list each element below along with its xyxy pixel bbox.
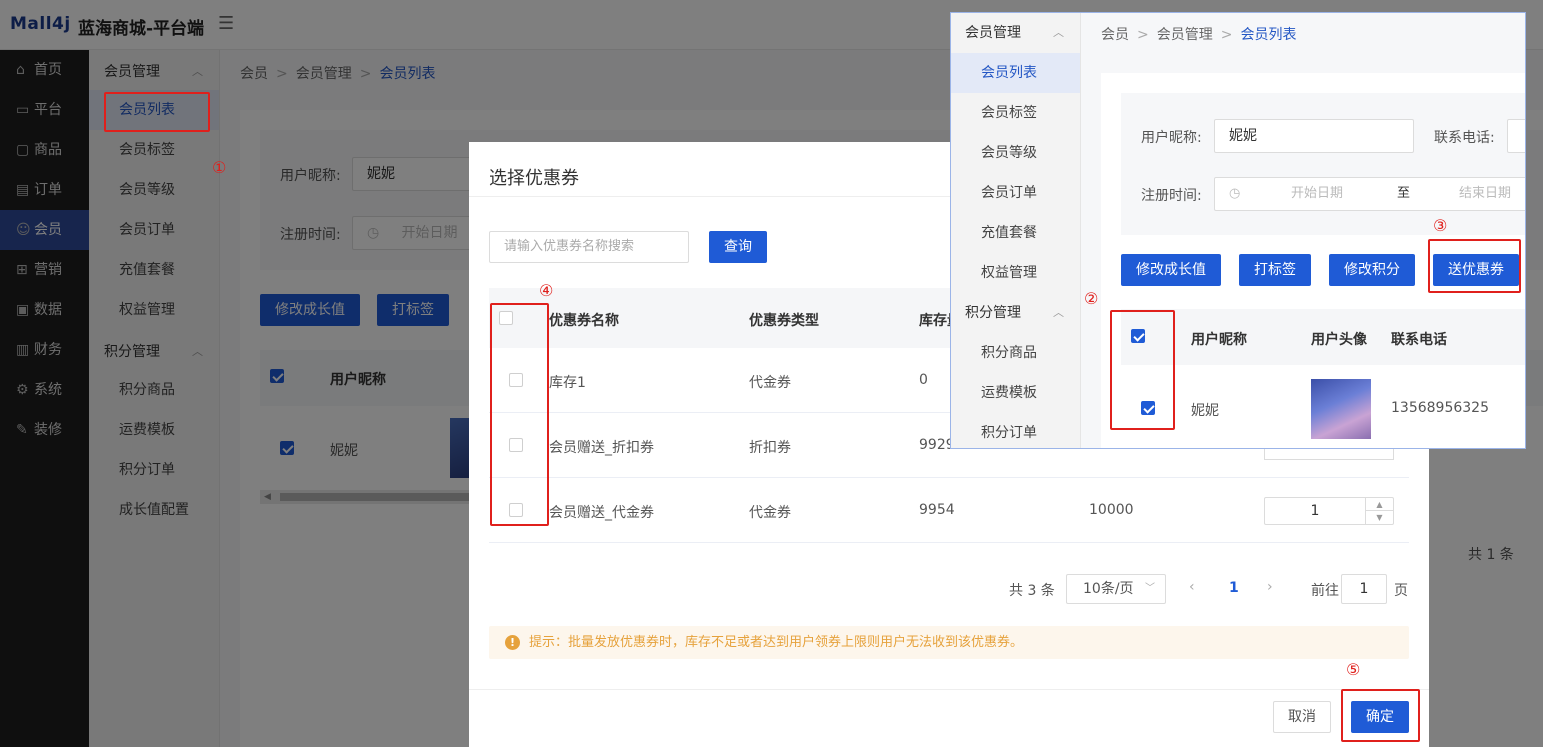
annotation-3: ③ bbox=[1433, 216, 1448, 235]
page-size-select[interactable]: 10条/页 ﹀ bbox=[1066, 574, 1166, 604]
quantity-stepper[interactable]: 1 ▲ ▼ bbox=[1264, 497, 1394, 525]
annotation-box-5 bbox=[1341, 689, 1420, 742]
subnav-group-points[interactable]: 积分管理 ︿ bbox=[951, 293, 1080, 333]
subnav-item-recharge[interactable]: 充值套餐 bbox=[951, 213, 1080, 253]
page-size-value: 10条/页 bbox=[1083, 581, 1134, 597]
search-area bbox=[1121, 93, 1525, 235]
date-range-input[interactable]: ◷ 开始日期 至 结束日期 bbox=[1214, 177, 1525, 211]
chevron-down-icon[interactable]: ▼ bbox=[1365, 511, 1393, 524]
coupon-name: 会员赠送_代金券 bbox=[549, 505, 654, 521]
quantity-value[interactable]: 1 bbox=[1265, 498, 1365, 524]
breadcrumb-item[interactable]: 会员管理 bbox=[1157, 27, 1213, 43]
col-coupon-name: 优惠券名称 bbox=[549, 313, 619, 329]
annotation-box-2 bbox=[1110, 310, 1175, 430]
annotation-box-4 bbox=[490, 303, 549, 526]
start-date: 开始日期 bbox=[1291, 186, 1344, 201]
coupon-name: 会员赠送_折扣券 bbox=[549, 440, 654, 456]
row-phone: 13568956325 bbox=[1391, 400, 1489, 416]
nickname-input[interactable]: 妮妮 bbox=[1214, 119, 1414, 153]
subnav-item-freight[interactable]: 运费模板 bbox=[951, 373, 1080, 413]
coupon-stock: 9954 bbox=[919, 502, 955, 518]
nickname-label: 用户昵称: bbox=[1141, 130, 1202, 146]
subnav-item-points-goods[interactable]: 积分商品 bbox=[951, 333, 1080, 373]
goto-page-input[interactable]: 1 bbox=[1341, 574, 1387, 604]
modify-points-button[interactable]: 修改积分 bbox=[1329, 254, 1415, 286]
goto-label: 前往 bbox=[1311, 583, 1339, 599]
subnav-item-member-tags[interactable]: 会员标签 bbox=[951, 93, 1080, 133]
cancel-button[interactable]: 取消 bbox=[1273, 701, 1331, 733]
pagination-total: 共 3 条 bbox=[1009, 583, 1055, 599]
chevron-down-icon: ﹀ bbox=[1145, 583, 1155, 594]
group-label: 积分管理 bbox=[965, 305, 1021, 321]
page: Mall4j 蓝海商城-平台端 ☰ ⌂首页 ▭平台 ▢商品 ▤订单 ☺会员 ⊞营… bbox=[0, 0, 1543, 747]
col-avatar: 用户头像 bbox=[1311, 332, 1367, 348]
annotation-5: ⑤ bbox=[1346, 660, 1361, 679]
coupon-name: 库存1 bbox=[549, 375, 586, 391]
divider bbox=[469, 689, 1429, 690]
subnav-item-member-orders[interactable]: 会员订单 bbox=[951, 173, 1080, 213]
subnav-item-points-orders[interactable]: 积分订单 bbox=[951, 413, 1080, 448]
col-nickname: 用户昵称 bbox=[1191, 332, 1247, 348]
query-button[interactable]: 查询 bbox=[709, 231, 767, 263]
breadcrumb-current: 会员列表 bbox=[1240, 27, 1297, 43]
subnav-group-member[interactable]: 会员管理 ︿ bbox=[951, 13, 1080, 53]
prev-page-icon[interactable]: ‹ bbox=[1189, 579, 1195, 595]
clock-icon: ◷ bbox=[1229, 186, 1241, 201]
group-label: 会员管理 bbox=[965, 25, 1021, 41]
subnav-item-member-list[interactable]: 会员列表 bbox=[951, 53, 1080, 93]
warning-icon: ! bbox=[505, 635, 520, 650]
inset-sub-nav: 会员管理 ︿ 会员列表 会员标签 会员等级 会员订单 充值套餐 权益管理 积分管理… bbox=[951, 13, 1081, 448]
page-number[interactable]: 1 bbox=[1229, 580, 1239, 596]
end-date: 结束日期 bbox=[1459, 186, 1512, 201]
coupon-type: 代金券 bbox=[749, 375, 791, 391]
annotation-box-1 bbox=[104, 92, 210, 132]
annotation-1: ① bbox=[212, 158, 227, 177]
tip-text: 提示：批量发放优惠券时，库存不足或者达到用户领券上限则用户无法收到该优惠券。 bbox=[529, 635, 1024, 650]
tag-button[interactable]: 打标签 bbox=[1239, 254, 1311, 286]
phone-input[interactable] bbox=[1507, 119, 1525, 153]
coupon-type: 折扣券 bbox=[749, 440, 791, 456]
next-page-icon[interactable]: › bbox=[1267, 579, 1273, 595]
annotation-box-3 bbox=[1428, 239, 1521, 293]
date-separator: 至 bbox=[1397, 186, 1411, 201]
chevron-up-icon: ︿ bbox=[1053, 306, 1064, 319]
col-phone: 联系电话 bbox=[1391, 332, 1447, 348]
dialog-title: 选择优惠券 bbox=[489, 168, 579, 189]
subnav-item-member-levels[interactable]: 会员等级 bbox=[951, 133, 1080, 173]
row-nickname: 妮妮 bbox=[1191, 403, 1219, 419]
coupon-total: 10000 bbox=[1089, 502, 1134, 518]
coupon-search-input[interactable]: 请输入优惠券名称搜索 bbox=[489, 231, 689, 263]
tip-alert: ! 提示：批量发放优惠券时，库存不足或者达到用户领券上限则用户无法收到该优惠券。 bbox=[489, 626, 1409, 659]
breadcrumb-item[interactable]: 会员 bbox=[1101, 27, 1129, 43]
breadcrumb: 会员>会员管理>会员列表 bbox=[1101, 27, 1297, 43]
coupon-stock: 0 bbox=[919, 372, 928, 388]
col-coupon-type: 优惠券类型 bbox=[749, 313, 819, 329]
coupon-type: 代金券 bbox=[749, 505, 791, 521]
phone-label: 联系电话: bbox=[1434, 130, 1495, 146]
avatar-image bbox=[1311, 379, 1371, 439]
annotation-2: ② bbox=[1084, 289, 1099, 308]
page-suffix: 页 bbox=[1394, 583, 1408, 599]
subnav-item-rights[interactable]: 权益管理 bbox=[951, 253, 1080, 293]
chevron-up-icon[interactable]: ▲ bbox=[1365, 498, 1393, 511]
coupon-row: 会员赠送_代金券 代金券 9954 10000 1 ▲ ▼ bbox=[489, 478, 1409, 543]
reg-time-label: 注册时间: bbox=[1141, 188, 1202, 204]
modify-growth-button[interactable]: 修改成长值 bbox=[1121, 254, 1221, 286]
annotation-4: ④ bbox=[539, 281, 554, 300]
chevron-up-icon: ︿ bbox=[1053, 26, 1064, 39]
